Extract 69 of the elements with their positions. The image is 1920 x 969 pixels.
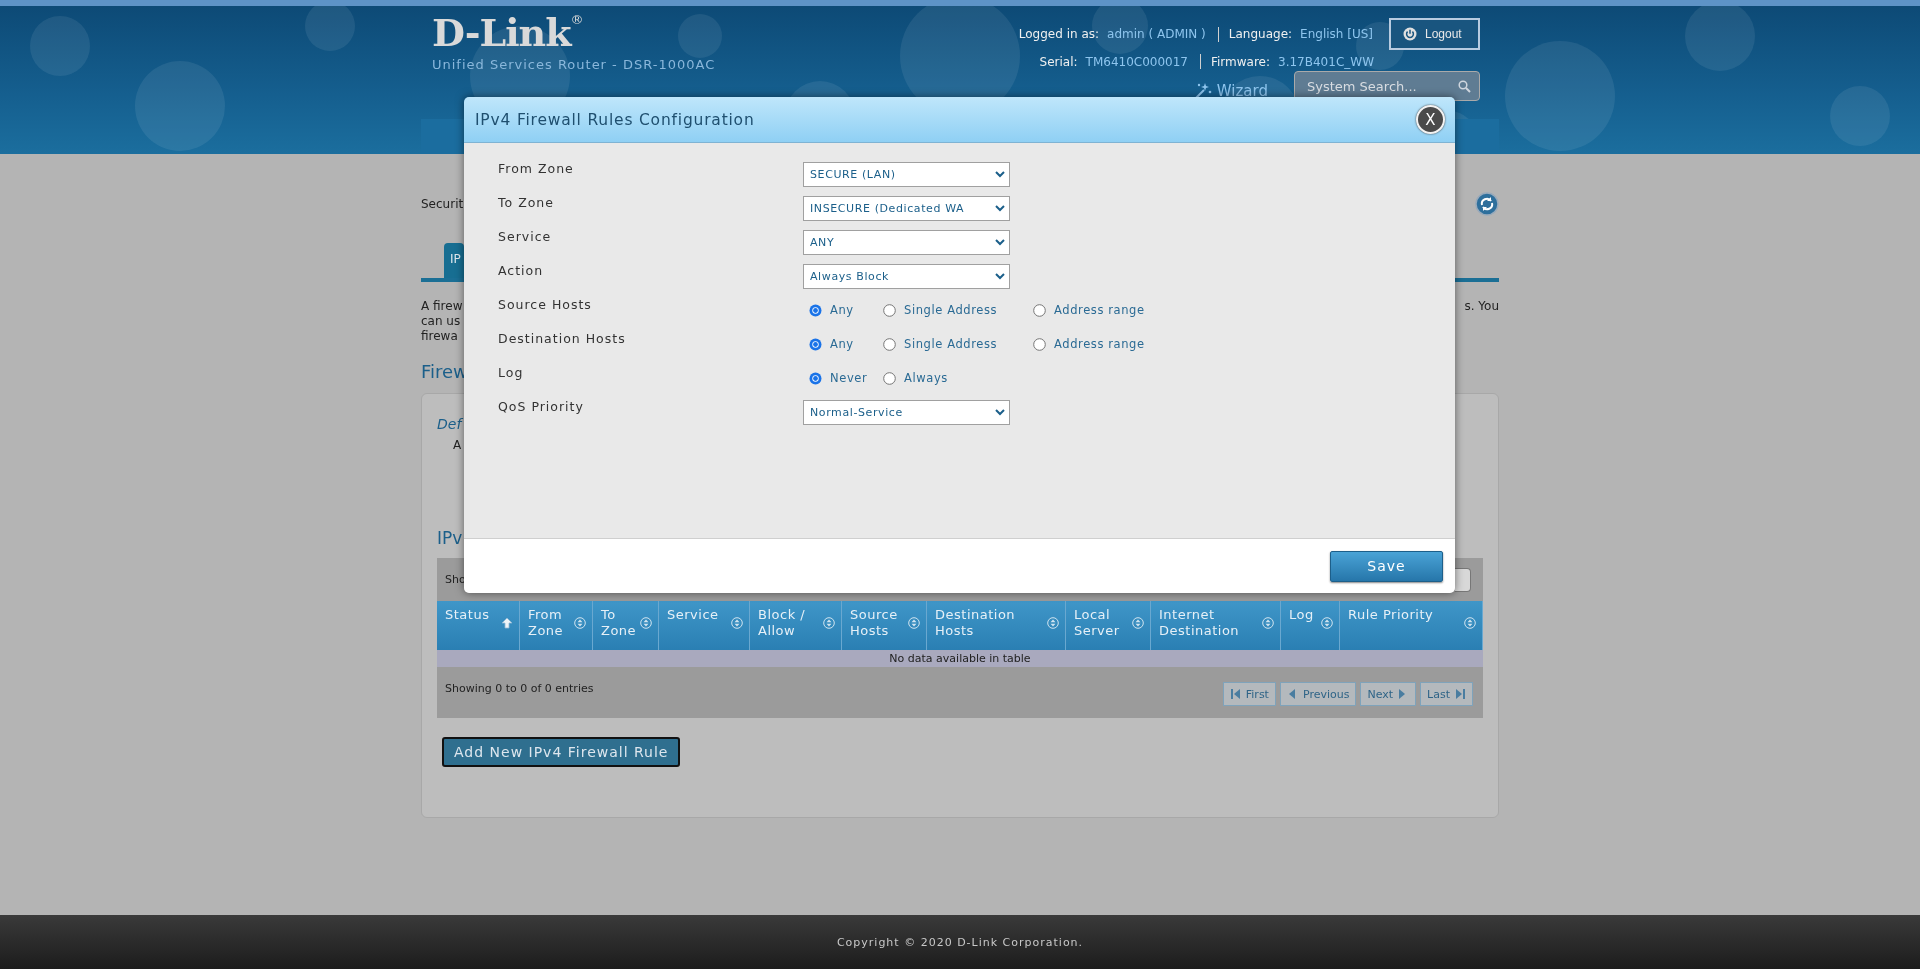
account-label: Language: bbox=[1228, 27, 1293, 41]
field-label: Action bbox=[498, 262, 545, 278]
description-text: s. You bbox=[1464, 299, 1499, 315]
device-value: 3.17B401C_WW bbox=[1278, 54, 1374, 69]
radio-button[interactable] bbox=[809, 371, 822, 385]
trademark-mark: ® bbox=[570, 13, 584, 27]
field-label: QoS Priority bbox=[498, 398, 585, 414]
search-icon bbox=[1458, 79, 1471, 93]
radio-button[interactable] bbox=[883, 337, 896, 351]
refresh-icon[interactable] bbox=[1475, 192, 1499, 216]
logout-button[interactable]: Logout bbox=[1389, 18, 1480, 50]
empty-table-message: No data available in table bbox=[437, 650, 1483, 667]
radio-option[interactable]: Single Address bbox=[883, 337, 1033, 351]
description-text: can us bbox=[421, 314, 462, 329]
radio-option[interactable]: Single Address bbox=[883, 303, 1033, 317]
dropdown[interactable]: Normal-Service bbox=[803, 399, 1010, 425]
radio-option[interactable]: Address range bbox=[1033, 337, 1455, 351]
dialog-title: IPv4 Firewall Rules Configuration bbox=[475, 110, 755, 129]
policy-title: Def bbox=[437, 416, 462, 432]
dropdown[interactable]: SECURE (LAN) bbox=[803, 161, 1010, 187]
field-label: Destination Hosts bbox=[498, 330, 627, 346]
radio-option[interactable]: Address range bbox=[1033, 303, 1455, 317]
device-label: Serial: bbox=[1039, 54, 1078, 69]
account-label: Logged in as: bbox=[1018, 27, 1100, 41]
add-rule-button[interactable]: Add New IPv4 Firewall Rule bbox=[442, 737, 681, 767]
device-label: Firmware: bbox=[1211, 54, 1271, 69]
radio-button[interactable] bbox=[809, 337, 822, 351]
search-field[interactable] bbox=[1455, 567, 1471, 592]
dropdown[interactable]: INSECURE (Dedicated WA bbox=[803, 195, 1010, 221]
radio-option[interactable]: Always bbox=[883, 371, 1033, 385]
product-subtitle: Unified Services Router - DSR-1000AC bbox=[432, 57, 716, 72]
logo-text: D-Link bbox=[432, 11, 571, 55]
account-value: admin ( ADMIN ) bbox=[1107, 27, 1206, 41]
field-label: Source Hosts bbox=[498, 296, 593, 312]
entries-info: Showing 0 to 0 of 0 entries bbox=[445, 682, 594, 695]
policy-text: A bbox=[453, 438, 462, 452]
chevron-icon bbox=[995, 408, 1005, 416]
description-text: A firew bbox=[421, 299, 463, 314]
field-label: Log bbox=[498, 364, 525, 380]
field-label: To Zone bbox=[498, 194, 555, 210]
radio-option[interactable]: Any bbox=[809, 303, 883, 317]
power-icon bbox=[1403, 27, 1417, 41]
chevron-icon bbox=[995, 204, 1005, 212]
close-button[interactable]: X bbox=[1416, 105, 1445, 134]
radio-option[interactable]: Any bbox=[809, 337, 883, 351]
chevron-icon bbox=[995, 170, 1005, 178]
account-value: English [US] bbox=[1300, 27, 1373, 41]
chevron-icon bbox=[995, 272, 1005, 280]
chevron-icon bbox=[995, 238, 1005, 246]
radio-button[interactable] bbox=[1033, 337, 1046, 351]
pager-last-icon bbox=[1454, 688, 1466, 700]
dropdown[interactable]: ANY bbox=[803, 229, 1010, 255]
pager-first-icon bbox=[1229, 688, 1242, 700]
breadcrumb-text: Securit bbox=[421, 197, 464, 211]
radio-button[interactable] bbox=[883, 303, 896, 317]
wizard-link[interactable]: Wizard bbox=[1192, 82, 1268, 100]
description-text: firewa bbox=[421, 329, 459, 344]
radio-button[interactable] bbox=[809, 303, 822, 317]
tab[interactable]: IP bbox=[444, 243, 464, 278]
save-button[interactable]: Save bbox=[1330, 550, 1443, 582]
device-value: TM6410C000017 bbox=[1085, 54, 1188, 69]
radio-option[interactable]: Never bbox=[809, 371, 883, 385]
copyright-text: Copyright © 2020 D-Link Corporation. bbox=[836, 935, 1084, 949]
field-label: Service bbox=[498, 228, 553, 244]
radio-button[interactable] bbox=[1033, 303, 1046, 317]
dropdown[interactable]: Always Block bbox=[803, 263, 1010, 289]
field-label: From Zone bbox=[498, 160, 575, 176]
radio-button[interactable] bbox=[883, 371, 896, 385]
table-title: IPv bbox=[437, 528, 463, 548]
